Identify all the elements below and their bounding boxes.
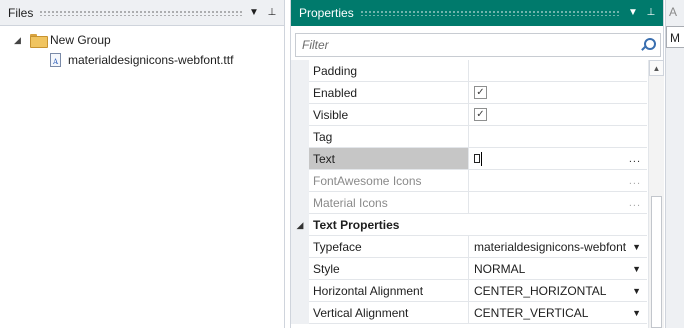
property-value[interactable] — [469, 60, 647, 82]
property-row-style[interactable]: Style NORMAL ▼ — [291, 258, 647, 280]
folder-icon — [30, 34, 48, 48]
right-panel-field[interactable]: M — [666, 26, 684, 48]
category-row-text-properties[interactable]: ◢ Text Properties — [291, 214, 647, 236]
row-gutter — [291, 82, 309, 104]
dropdown-value: materialdesignicons-webfont — [474, 239, 627, 254]
category-label: Text Properties — [309, 214, 647, 236]
visible-checkbox[interactable]: ✓ — [474, 108, 487, 121]
property-value: ✓ — [469, 104, 647, 126]
property-row-text[interactable]: Text ... — [291, 148, 647, 170]
property-name: FontAwesome Icons — [309, 170, 469, 192]
file-tree: ◢ New Group A materialdesignicons-webfon… — [0, 26, 284, 70]
ellipsis-button[interactable]: ... — [629, 170, 641, 191]
scroll-thumb[interactable] — [651, 196, 662, 328]
ellipsis-button[interactable]: ... — [629, 192, 641, 213]
filter-bar — [295, 33, 661, 57]
properties-panel-title: Properties — [299, 6, 354, 20]
property-name: Visible — [309, 104, 469, 126]
row-gutter — [291, 236, 309, 258]
expander-icon[interactable]: ◢ — [14, 35, 26, 46]
properties-panel: Properties ▼ ⊥ Padding Enabled ✓ Visible… — [290, 0, 664, 328]
property-value[interactable]: CENTER_VERTICAL ▼ — [469, 302, 647, 324]
scroll-up-icon[interactable]: ▲ — [649, 60, 664, 76]
property-value[interactable] — [469, 126, 647, 148]
dropdown-arrow-icon[interactable]: ▼ — [632, 302, 641, 323]
property-name: Style — [309, 258, 469, 280]
property-name: Padding — [309, 60, 469, 82]
property-row-tag[interactable]: Tag — [291, 126, 647, 148]
property-value: ... — [469, 192, 647, 214]
enabled-checkbox[interactable]: ✓ — [474, 86, 487, 99]
text-caret — [481, 151, 482, 166]
tree-item-new-group[interactable]: ◢ New Group — [0, 30, 284, 50]
row-gutter — [291, 192, 309, 214]
glyph-placeholder-icon — [474, 154, 480, 163]
property-row-horizontal-alignment[interactable]: Horizontal Alignment CENTER_HORIZONTAL ▼ — [291, 280, 647, 302]
property-row-enabled[interactable]: Enabled ✓ — [291, 82, 647, 104]
text-value-editor[interactable] — [474, 151, 482, 166]
ellipsis-button[interactable]: ... — [629, 148, 641, 169]
tree-item-label: materialdesignicons-webfont.ttf — [68, 53, 234, 67]
property-name: Typeface — [309, 236, 469, 258]
chevron-down-icon[interactable]: ▼ — [248, 7, 260, 19]
dropdown-arrow-icon[interactable]: ▼ — [632, 236, 641, 257]
property-row-material-icons[interactable]: Material Icons ... — [291, 192, 647, 214]
properties-panel-header: Properties ▼ ⊥ — [291, 0, 663, 26]
dropdown-arrow-icon[interactable]: ▼ — [632, 258, 641, 279]
files-panel-header: Files ▼ ⊥ — [0, 0, 284, 26]
property-name: Enabled — [309, 82, 469, 104]
dropdown-value: NORMAL — [474, 261, 526, 276]
property-value: ✓ — [469, 82, 647, 104]
property-row-typeface[interactable]: Typeface materialdesignicons-webfont ▼ — [291, 236, 647, 258]
right-panel-tab[interactable]: A — [666, 0, 684, 24]
property-row-vertical-alignment[interactable]: Vertical Alignment CENTER_VERTICAL ▼ — [291, 302, 647, 324]
property-name: Vertical Alignment — [309, 302, 469, 324]
dropdown-value: CENTER_HORIZONTAL — [474, 283, 607, 298]
tree-item-font-file[interactable]: A materialdesignicons-webfont.ttf — [0, 50, 284, 70]
property-grid-scrollbar[interactable]: ▲ — [648, 60, 664, 328]
property-name: Horizontal Alignment — [309, 280, 469, 302]
property-row-fontawesome-icons[interactable]: FontAwesome Icons ... — [291, 170, 647, 192]
property-name: Tag — [309, 126, 469, 148]
dropdown-arrow-icon[interactable]: ▼ — [632, 280, 641, 301]
row-gutter — [291, 258, 309, 280]
collapse-icon[interactable]: ◢ — [291, 214, 309, 236]
row-gutter — [291, 104, 309, 126]
row-gutter — [291, 148, 309, 170]
property-value: ... — [469, 148, 647, 170]
property-value: ... — [469, 170, 647, 192]
files-panel-grip[interactable] — [39, 9, 242, 16]
properties-panel-grip[interactable] — [359, 10, 621, 16]
row-gutter — [291, 126, 309, 148]
property-value[interactable]: NORMAL ▼ — [469, 258, 647, 280]
property-grid: Padding Enabled ✓ Visible ✓ Tag Text ...… — [291, 60, 647, 328]
property-value[interactable]: materialdesignicons-webfont ▼ — [469, 236, 647, 258]
row-gutter — [291, 60, 309, 82]
row-gutter — [291, 170, 309, 192]
property-row-visible[interactable]: Visible ✓ — [291, 104, 647, 126]
row-gutter — [291, 280, 309, 302]
property-value[interactable]: CENTER_HORIZONTAL ▼ — [469, 280, 647, 302]
property-name: Material Icons — [309, 192, 469, 214]
files-panel-title: Files — [8, 5, 34, 20]
property-name: Text — [309, 148, 469, 170]
property-row-padding[interactable]: Padding — [291, 60, 647, 82]
right-side-panel: A M — [665, 0, 684, 328]
pin-icon[interactable]: ⊥ — [645, 7, 657, 19]
filter-input[interactable] — [302, 38, 640, 52]
row-gutter — [291, 302, 309, 324]
files-panel: Files ▼ ⊥ ◢ New Group A materialdesignic… — [0, 0, 285, 328]
dropdown-value: CENTER_VERTICAL — [474, 305, 589, 320]
search-icon[interactable] — [640, 38, 656, 52]
chevron-down-icon[interactable]: ▼ — [627, 7, 639, 19]
font-file-icon: A — [50, 53, 61, 67]
pin-icon[interactable]: ⊥ — [266, 7, 278, 19]
tree-item-label: New Group — [50, 33, 111, 47]
